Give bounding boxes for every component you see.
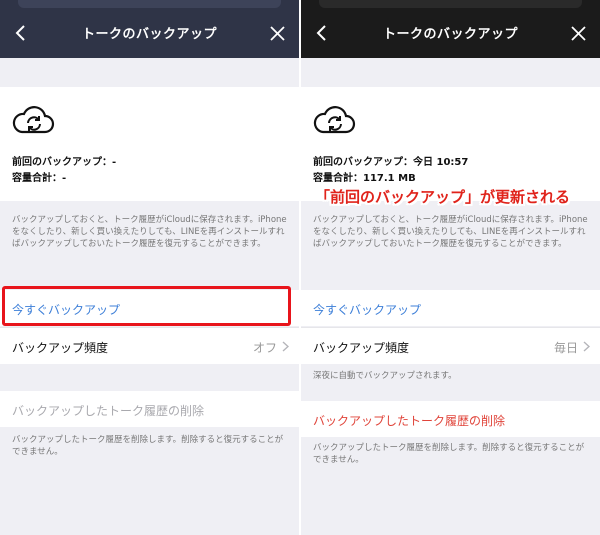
annotation-callout: 「前回のバックアップ」が更新される [315, 188, 571, 206]
backup-screen-before: トークのバックアップ 前回のバックアップ：- 容量合計：- バックアップしておく… [0, 0, 299, 535]
backup-info-text: バックアップしておくと、トーク履歴がiCloudに保存されます。iPhoneをな… [12, 215, 287, 249]
status-strip [319, 0, 582, 8]
delete-note-text: バックアップしたトーク履歴を削除します。削除すると復元することができません。 [313, 443, 585, 465]
auto-backup-note: 深夜に自動でバックアップされます。 [313, 371, 457, 381]
cloud-sync-icon [313, 106, 356, 134]
status-strip [18, 0, 281, 8]
backup-now-label: 今すぐバックアップ [313, 303, 422, 317]
delete-backup-label: バックアップしたトーク履歴の削除 [12, 404, 205, 418]
frequency-label: バックアップ頻度 [12, 341, 109, 355]
backup-now-highlight [2, 286, 291, 326]
backup-frequency-row[interactable]: バックアップ頻度 毎日 [301, 327, 600, 364]
cloud-sync-icon [12, 106, 55, 134]
frequency-value: 毎日 [553, 341, 578, 355]
last-backup-text: 前回のバックアップ：- [12, 157, 117, 168]
delete-note-text: バックアップしたトーク履歴を削除します。削除すると復元することができません。 [12, 435, 284, 457]
delete-backup-label: バックアップしたトーク履歴の削除 [313, 414, 506, 428]
backup-status-card: 前回のバックアップ：- 容量合計：- [0, 87, 299, 201]
chevron-right-icon [282, 341, 289, 352]
frequency-value: オフ [252, 341, 277, 355]
backup-info-text: バックアップしておくと、トーク履歴がiCloudに保存されます。iPhoneをな… [313, 215, 588, 249]
close-icon[interactable] [571, 26, 586, 41]
total-size-text: 容量合計：117.1 MB [313, 173, 416, 184]
navigation-bar: トークのバックアップ [0, 0, 299, 58]
last-backup-text: 前回のバックアップ：今日 10:57 [313, 157, 469, 168]
delete-backup-button[interactable]: バックアップしたトーク履歴の削除 [0, 391, 299, 427]
close-icon[interactable] [270, 26, 285, 41]
total-size-text: 容量合計：- [12, 173, 67, 184]
frequency-label: バックアップ頻度 [313, 341, 410, 355]
backup-status-card: 前回のバックアップ：今日 10:57 容量合計：117.1 MB [301, 87, 600, 201]
navigation-bar: トークのバックアップ [301, 0, 600, 58]
delete-backup-button[interactable]: バックアップしたトーク履歴の削除 [301, 401, 600, 437]
page-title: トークのバックアップ [81, 27, 217, 42]
page-title: トークのバックアップ [382, 27, 518, 42]
chevron-right-icon [583, 341, 590, 352]
backup-now-button[interactable]: 今すぐバックアップ [301, 290, 600, 326]
backup-frequency-row[interactable]: バックアップ頻度 オフ [0, 327, 299, 364]
backup-screen-after: トークのバックアップ 前回のバックアップ：今日 10:57 容量合計：117.1… [301, 0, 600, 535]
